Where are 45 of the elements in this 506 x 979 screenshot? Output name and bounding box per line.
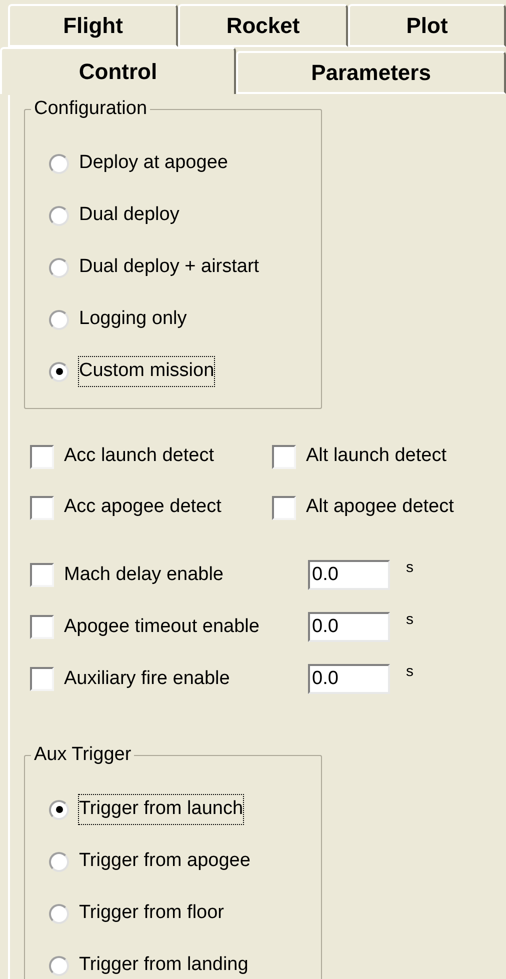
checkbox[interactable]: [30, 496, 54, 520]
group-title: Configuration: [33, 97, 148, 121]
radio-label[interactable]: Custom mission: [79, 357, 214, 386]
radio-label[interactable]: Deploy at apogee: [79, 149, 228, 178]
tab[interactable]: Parameters: [236, 51, 506, 94]
radio-button[interactable]: [49, 206, 69, 226]
checkbox-label[interactable]: Mach delay enable: [54, 560, 308, 590]
radio-label[interactable]: Trigger from launch: [79, 795, 244, 824]
radio-label[interactable]: Trigger from apogee: [79, 847, 250, 876]
checkbox-label[interactable]: Acc launch detect: [64, 442, 214, 471]
radio-button[interactable]: [49, 904, 69, 924]
checkbox-label[interactable]: Auxiliary fire enable: [54, 664, 308, 694]
radio-button[interactable]: [49, 852, 69, 872]
checkbox[interactable]: [30, 563, 54, 587]
checkbox[interactable]: [30, 444, 54, 468]
tab[interactable]: Flight: [8, 4, 178, 47]
radio-label[interactable]: Trigger from floor: [79, 899, 224, 928]
checkbox-label[interactable]: Alt launch detect: [306, 442, 446, 471]
input-field[interactable]: 0.0: [308, 664, 390, 694]
tab[interactable]: Rocket: [178, 4, 348, 47]
checkbox-label[interactable]: Apogee timeout enable: [54, 612, 308, 642]
tab[interactable]: Plot: [348, 4, 506, 47]
group-title: Aux Trigger: [33, 743, 132, 767]
radio-label[interactable]: Trigger from landing: [79, 951, 248, 979]
radio-button[interactable]: [49, 154, 69, 174]
unit-label: s: [406, 558, 414, 578]
checkbox-label[interactable]: Acc apogee detect: [64, 493, 222, 522]
checkbox-label[interactable]: Alt apogee detect: [306, 493, 454, 522]
input-field[interactable]: 0.0: [308, 612, 390, 642]
radio-button[interactable]: [49, 800, 69, 820]
radio-label[interactable]: Dual deploy + airstart: [79, 253, 260, 282]
radio-label[interactable]: Logging only: [79, 305, 187, 334]
checkbox[interactable]: [30, 615, 54, 639]
checkbox[interactable]: [30, 667, 54, 691]
radio-button[interactable]: [49, 258, 69, 278]
checkbox[interactable]: [272, 444, 296, 468]
unit-label: s: [406, 610, 414, 630]
tab[interactable]: Control: [0, 47, 236, 94]
radio-button[interactable]: [49, 310, 69, 330]
radio-label[interactable]: Dual deploy: [79, 201, 180, 230]
radio-button[interactable]: [49, 362, 69, 382]
checkbox[interactable]: [272, 496, 296, 520]
input-field[interactable]: 0.0: [308, 560, 390, 590]
radio-button[interactable]: [49, 956, 69, 976]
unit-label: s: [406, 662, 414, 682]
